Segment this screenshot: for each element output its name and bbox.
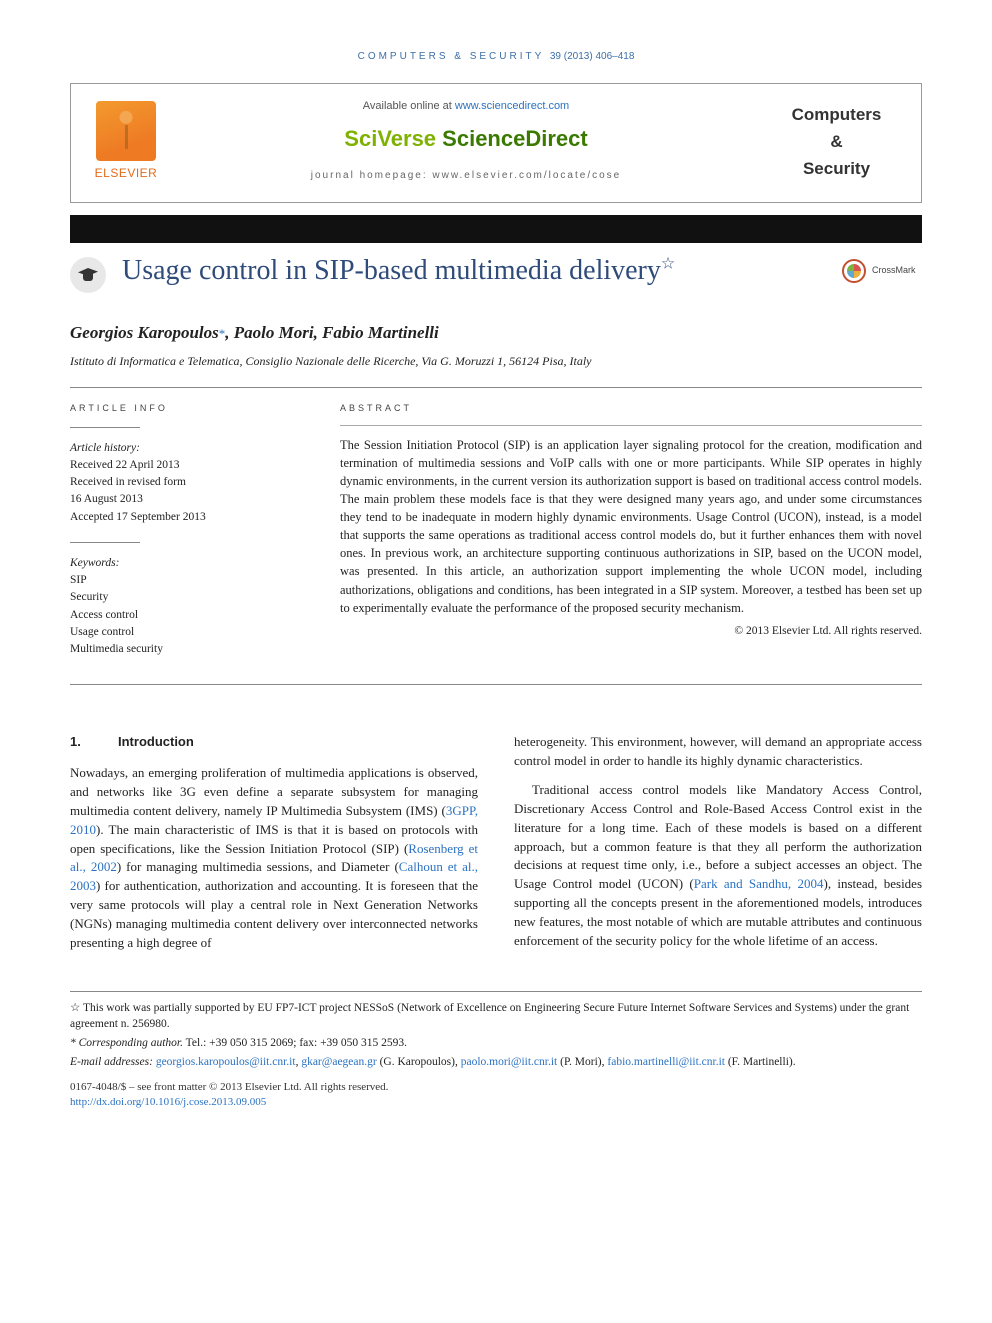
rule <box>340 425 922 426</box>
journal-name-box: Computers & Security <box>771 101 901 183</box>
rule <box>70 684 922 685</box>
footnotes: ☆ This work was partially supported by E… <box>70 991 922 1111</box>
elsevier-tree-icon <box>96 101 156 161</box>
journal-caps: COMPUTERS & SECURITY <box>358 51 545 62</box>
body-two-column: 1.Introduction Nowadays, an emerging pro… <box>70 733 922 962</box>
email-link[interactable]: georgios.karopoulos@iit.cnr.it <box>156 1056 296 1068</box>
academic-cap-icon <box>70 257 106 293</box>
crossmark-badge[interactable]: CrossMark <box>842 259 922 283</box>
affiliation: Istituto di Informatica e Telematica, Co… <box>70 353 922 370</box>
keyword: Security <box>70 589 300 606</box>
keywords-block: Keywords: SIP Security Access control Us… <box>70 555 300 659</box>
journal-header: ELSEVIER Available online at www.science… <box>70 83 922 203</box>
abstract-column: ABSTRACT The Session Initiation Protocol… <box>340 402 922 675</box>
section-divider-bar <box>70 215 922 243</box>
rule <box>70 387 922 388</box>
journal-homepage-line: journal homepage: www.elsevier.com/locat… <box>181 169 751 184</box>
abstract-text: The Session Initiation Protocol (SIP) is… <box>340 436 922 617</box>
paragraph: Traditional access control models like M… <box>514 781 922 951</box>
rule-short <box>70 427 140 428</box>
abstract-label: ABSTRACT <box>340 402 922 415</box>
running-citation: COMPUTERS & SECURITY 39 (2013) 406–418 <box>70 50 922 65</box>
doi-link[interactable]: http://dx.doi.org/10.1016/j.cose.2013.09… <box>70 1096 266 1108</box>
section-heading-1: 1.Introduction <box>70 733 478 752</box>
footnote-emails: E-mail addresses: georgios.karopoulos@ii… <box>70 1054 922 1070</box>
citation-pages: 39 (2013) 406–418 <box>550 51 635 62</box>
paragraph: Nowadays, an emerging proliferation of m… <box>70 764 478 952</box>
journal-homepage-url: www.elsevier.com/locate/cose <box>432 170 621 181</box>
article-history: Article history: Received 22 April 2013 … <box>70 440 300 526</box>
footnote-corresponding: * Corresponding author. Tel.: +39 050 31… <box>70 1035 922 1051</box>
front-matter: 0167-4048/$ – see front matter © 2013 El… <box>70 1080 922 1111</box>
available-online-line: Available online at www.sciencedirect.co… <box>181 99 751 115</box>
keyword: Usage control <box>70 624 300 641</box>
elsevier-wordmark: ELSEVIER <box>91 165 161 182</box>
citation-link[interactable]: Park and Sandhu, 2004 <box>694 876 824 891</box>
title-footnote-star: ☆ <box>661 255 675 272</box>
article-title: Usage control in SIP-based multimedia de… <box>122 253 826 289</box>
keyword: SIP <box>70 572 300 589</box>
elsevier-logo: ELSEVIER <box>91 101 161 182</box>
footnote-funding: ☆ This work was partially supported by E… <box>70 1000 922 1032</box>
rule-short <box>70 542 140 543</box>
sciencedirect-link[interactable]: www.sciencedirect.com <box>455 100 569 112</box>
sciverse-sciencedirect-logo: SciVerse ScienceDirect <box>181 123 751 155</box>
article-info-label: ARTICLE INFO <box>70 402 300 415</box>
abstract-copyright: © 2013 Elsevier Ltd. All rights reserved… <box>340 623 922 640</box>
email-link[interactable]: paolo.mori@iit.cnr.it <box>461 1056 558 1068</box>
paragraph: heterogeneity. This environment, however… <box>514 733 922 771</box>
keyword: Access control <box>70 607 300 624</box>
crossmark-icon <box>842 259 866 283</box>
article-info-column: ARTICLE INFO Article history: Received 2… <box>70 402 300 675</box>
authors-line: Georgios Karopoulos*, Paolo Mori, Fabio … <box>70 321 922 346</box>
email-link[interactable]: fabio.martinelli@iit.cnr.it <box>607 1056 725 1068</box>
email-link[interactable]: gkar@aegean.gr <box>301 1056 376 1068</box>
keyword: Multimedia security <box>70 641 300 658</box>
